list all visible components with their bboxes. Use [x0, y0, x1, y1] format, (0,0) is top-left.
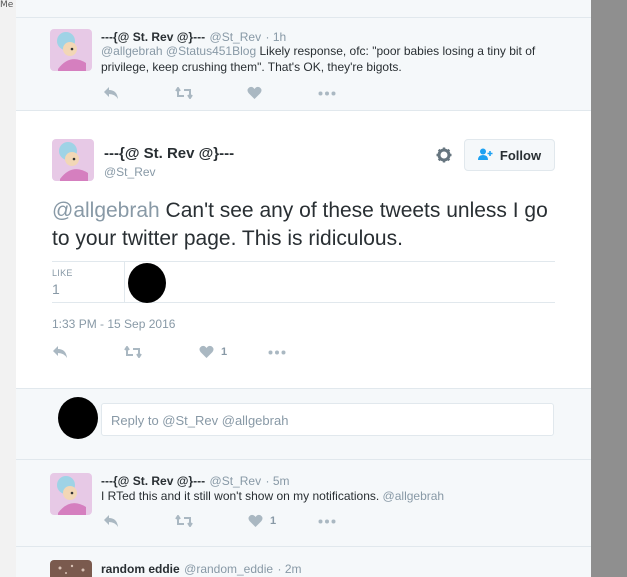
reply-composer: Reply to @St_Rev @allgebrah [16, 388, 591, 451]
follow-button[interactable]: Follow [464, 139, 555, 171]
divider [16, 546, 591, 547]
tweet-stats: LIKE 1 [52, 261, 555, 303]
more-icon[interactable] [318, 91, 336, 96]
tweet-header: ---{@ St. Rev @}--- @St_Rev [104, 145, 234, 179]
avatar[interactable] [50, 473, 92, 515]
avatar[interactable] [50, 560, 92, 577]
likes-count[interactable]: 1 [52, 281, 60, 297]
tweet-timestamp: 1:33 PM - 15 Sep 2016 [52, 317, 176, 331]
avatar[interactable] [50, 29, 92, 71]
tweet-reply-prev[interactable]: ---{@ St. Rev @}--- @St_Rev · 1h @allgeb… [16, 0, 591, 110]
redacted-avatar[interactable] [128, 263, 166, 303]
background-page-text: Me [0, 0, 14, 10]
tweet-text: I RTed this and it still won't show on m… [101, 488, 571, 504]
tweet-body: I RTed this and it still won't show on m… [101, 489, 380, 503]
gear-icon[interactable] [436, 147, 452, 168]
display-name[interactable]: ---{@ St. Rev @}--- [101, 30, 205, 44]
mention-link[interactable]: @allgebrah [52, 199, 160, 222]
tweet-text: @allgebrah @Status451Blog Likely respons… [101, 43, 571, 75]
reply-icon[interactable] [103, 86, 119, 100]
username[interactable]: @St_Rev [104, 165, 234, 179]
mention-link[interactable]: @allgebrah [383, 489, 445, 503]
divider [124, 262, 125, 303]
username[interactable]: @random_eddie [184, 562, 273, 576]
retweet-icon[interactable] [175, 515, 193, 527]
retweet-icon[interactable] [124, 346, 142, 358]
follow-user-icon [477, 148, 494, 163]
likes-label: LIKE [52, 268, 73, 278]
divider [16, 388, 591, 389]
avatar[interactable] [52, 139, 94, 181]
tweet-time[interactable]: · 2m [278, 562, 302, 576]
tweet-time[interactable]: · 1h [266, 30, 287, 44]
divider [16, 459, 591, 460]
tweet-time[interactable]: · 5m [266, 474, 290, 488]
divider [16, 110, 591, 111]
like-count: 1 [221, 346, 228, 358]
display-name[interactable]: ---{@ St. Rev @}--- [104, 145, 234, 162]
redacted-avatar [58, 397, 98, 439]
follow-label: Follow [499, 147, 542, 163]
like-icon[interactable] [199, 345, 214, 359]
more-icon[interactable] [318, 519, 336, 524]
username[interactable]: @St_Rev [210, 474, 262, 488]
like-icon[interactable] [247, 86, 262, 100]
mention-link[interactable]: @allgebrah @Status451Blog [101, 44, 256, 58]
like-count: 1 [270, 515, 277, 527]
tweet-reply-last[interactable]: random eddie @random_eddie · 2m [16, 538, 591, 577]
display-name[interactable]: random eddie [101, 562, 180, 576]
tweet-thread-panel: ---{@ St. Rev @}--- @St_Rev · 1h @allgeb… [16, 0, 591, 577]
reply-icon[interactable] [52, 345, 68, 359]
username[interactable]: @St_Rev [210, 30, 262, 44]
tweet-text: @allgebrah Can't see any of these tweets… [52, 197, 562, 253]
background-page-strip: Me [0, 0, 16, 577]
retweet-icon[interactable] [175, 87, 193, 99]
like-icon[interactable] [248, 514, 263, 528]
tweet-header: random eddie @random_eddie · 2m [101, 560, 302, 577]
more-icon[interactable] [268, 350, 286, 355]
tweet-reply-next[interactable]: ---{@ St. Rev @}--- @St_Rev · 5m I RTed … [16, 451, 591, 538]
reply-icon[interactable] [103, 514, 119, 528]
divider [16, 17, 591, 18]
display-name[interactable]: ---{@ St. Rev @}--- [101, 474, 205, 488]
reply-input[interactable]: Reply to @St_Rev @allgebrah [101, 403, 554, 436]
